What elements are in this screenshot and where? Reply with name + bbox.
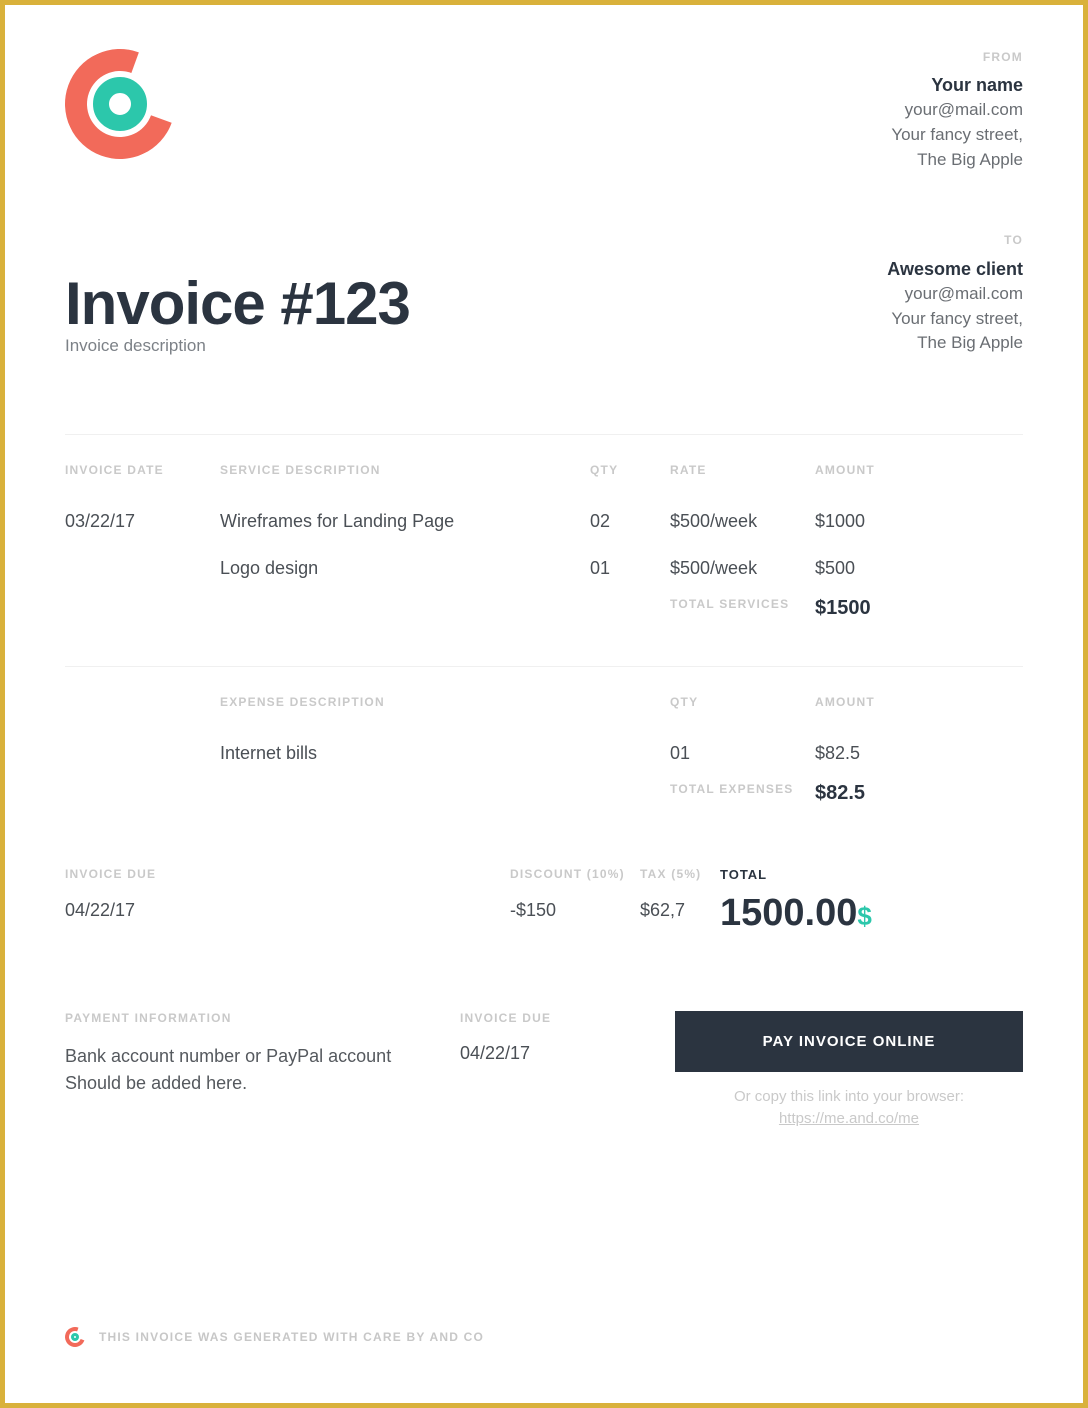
pay-invoice-button[interactable]: PAY INVOICE ONLINE xyxy=(675,1011,1023,1072)
footer: THIS INVOICE WAS GENERATED WITH CARE BY … xyxy=(65,1327,484,1347)
from-street: Your fancy street, xyxy=(891,123,1023,148)
service-desc: Wireframes for Landing Page xyxy=(220,503,590,550)
invoice-heading: Invoice #123 Invoice description xyxy=(65,269,410,356)
discount-label: DISCOUNT (10%) xyxy=(510,867,640,882)
payment-info-line2: Should be added here. xyxy=(65,1070,460,1097)
service-qty: 01 xyxy=(590,550,670,597)
service-rate: $500/week xyxy=(670,503,815,550)
service-qty: 02 xyxy=(590,503,670,550)
expense-amount-header: AMOUNT xyxy=(815,695,1023,709)
from-email: your@mail.com xyxy=(891,98,1023,123)
service-amount: $500 xyxy=(815,550,1023,597)
payment-info-line1: Bank account number or PayPal account xyxy=(65,1043,460,1070)
from-label: FROM xyxy=(891,49,1023,66)
from-block: FROM Your name your@mail.com Your fancy … xyxy=(891,49,1023,172)
to-email: your@mail.com xyxy=(887,282,1023,307)
copy-link-prefix: Or copy this link into your browser: xyxy=(734,1088,964,1105)
amount-header: AMOUNT xyxy=(815,463,1023,477)
total-label: TOTAL xyxy=(720,867,1023,882)
invoice-title: Invoice #123 xyxy=(65,269,410,338)
invoice-date: 03/22/17 xyxy=(65,503,220,550)
expense-desc-header: EXPENSE DESCRIPTION xyxy=(220,695,590,709)
to-label: TO xyxy=(887,232,1023,249)
invoice-due: 04/22/17 xyxy=(65,882,220,935)
to-name: Awesome client xyxy=(887,256,1023,282)
total-currency: $ xyxy=(857,901,871,931)
payment-info-label: PAYMENT INFORMATION xyxy=(65,1011,460,1025)
expense-desc: Internet bills xyxy=(220,735,590,782)
to-street: Your fancy street, xyxy=(887,307,1023,332)
invoice-due-label: INVOICE DUE xyxy=(65,867,220,882)
payment-info-block: PAYMENT INFORMATION Bank account number … xyxy=(65,1011,460,1097)
services-subtotal: $1500 xyxy=(815,597,1023,620)
payment-due: 04/22/17 xyxy=(460,1043,675,1064)
total-amount-wrap: 1500.00$ xyxy=(720,882,1023,935)
logo-center-icon xyxy=(93,77,147,131)
tax-label: TAX (5%) xyxy=(640,867,720,882)
service-rate: $500/week xyxy=(670,550,815,597)
expenses-subtotal: $82.5 xyxy=(815,782,1023,805)
services-subtotal-label: TOTAL SERVICES xyxy=(670,597,815,620)
payment-action-block: PAY INVOICE ONLINE Or copy this link int… xyxy=(675,1011,1023,1131)
expenses-subtotal-label: TOTAL EXPENSES xyxy=(670,782,815,805)
to-city: The Big Apple xyxy=(887,331,1023,356)
total-amount: 1500.00 xyxy=(720,892,857,935)
service-desc-header: SERVICE DESCRIPTION xyxy=(220,463,590,477)
rate-header: RATE xyxy=(670,463,815,477)
payment-due-block: INVOICE DUE 04/22/17 xyxy=(460,1011,675,1064)
brand-logo xyxy=(65,49,175,159)
from-city: The Big Apple xyxy=(891,148,1023,173)
qty-header: QTY xyxy=(590,463,670,477)
service-amount: $1000 xyxy=(815,503,1023,550)
invoice-date-label: INVOICE DATE xyxy=(65,463,220,477)
discount-amount: -$150 xyxy=(510,882,640,935)
copy-link[interactable]: https://me.and.co/me xyxy=(779,1110,919,1127)
tax-amount: $62,7 xyxy=(640,882,720,935)
payment-due-label: INVOICE DUE xyxy=(460,1011,675,1025)
invoice-subtitle: Invoice description xyxy=(65,336,410,356)
expense-qty-header: QTY xyxy=(670,695,815,709)
from-name: Your name xyxy=(891,72,1023,98)
copy-link-hint: Or copy this link into your browser: htt… xyxy=(675,1086,1023,1131)
expense-qty: 01 xyxy=(670,735,815,782)
expense-amount: $82.5 xyxy=(815,735,1023,782)
footer-logo-icon xyxy=(65,1327,85,1347)
service-desc: Logo design xyxy=(220,550,590,597)
footer-text: THIS INVOICE WAS GENERATED WITH CARE BY … xyxy=(99,1330,484,1344)
to-block: TO Awesome client your@mail.com Your fan… xyxy=(887,232,1023,355)
